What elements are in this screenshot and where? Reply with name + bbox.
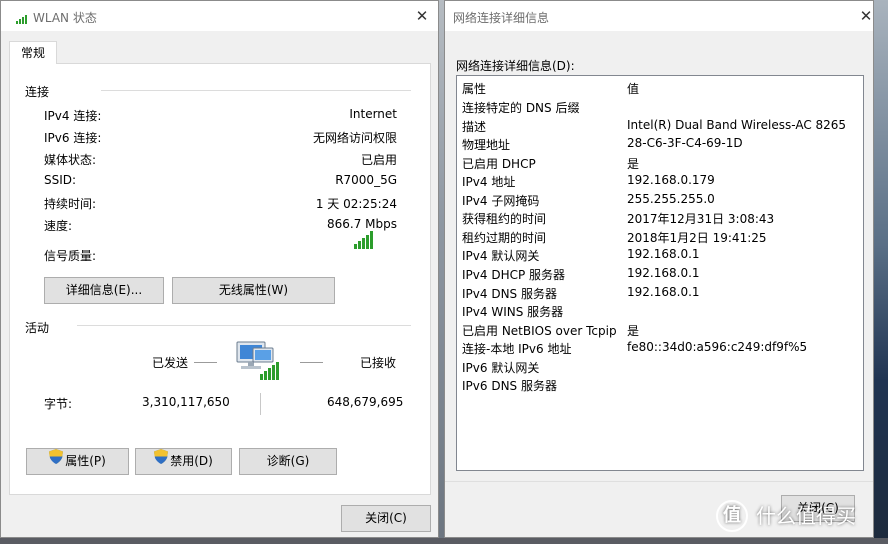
list-item-value: 192.168.0.1 [627,285,700,299]
network-computer-icon [233,338,283,387]
list-item-value: 是 [627,157,640,171]
bytes-sent-value: 3,310,117,650 [142,395,230,409]
diagnose-button[interactable]: 诊断(G) [239,448,337,475]
duration-label: 持续时间: [44,197,97,211]
list-item-value: 是 [627,324,640,338]
bytes-received-value: 648,679,695 [327,395,404,409]
sent-line [194,362,217,363]
watermark: 值 什么值得买 [716,498,876,534]
list-item-value: 2017年12月31日 3:08:43 [627,212,775,226]
title-bar[interactable]: WLAN 状态 ✕ [1,1,438,31]
ssid-label: SSID: [44,173,77,187]
close-icon[interactable]: ✕ [855,5,877,27]
window-title: WLAN 状态 [33,11,97,25]
title-bar[interactable]: 网络连接详细信息 ✕ [445,1,873,31]
close-button[interactable]: 关闭(C) [341,505,431,532]
ipv6-connection-value: 无网络访问权限 [312,131,397,145]
list-item[interactable]: 描述 [462,118,486,136]
list-item[interactable]: IPv4 WINS 服务器 [462,303,563,321]
speed-value: 866.7 Mbps [326,217,397,231]
column-header-property[interactable]: 属性 [462,80,486,98]
properties-button-label: 属性(P) [65,454,106,468]
duration-value: 1 天 02:25:24 [315,197,397,211]
activity-divider [77,325,411,326]
list-item[interactable]: IPv4 默认网关 [462,247,539,265]
column-header-value[interactable]: 值 [627,80,639,97]
ipv4-connection-value: Internet [349,107,397,121]
wifi-icon [16,13,28,27]
list-item[interactable]: 已启用 NetBIOS over Tcpip [462,322,617,340]
watermark-text: 什么值得买 [756,504,856,528]
disable-button-label: 禁用(D) [170,454,213,468]
close-icon[interactable]: ✕ [411,5,433,27]
activity-heading: 活动 [25,321,50,335]
uac-shield-icon [49,448,64,473]
list-item[interactable]: IPv6 DNS 服务器 [462,377,557,395]
list-item-value: 192.168.0.179 [627,173,715,187]
list-item-value: Intel(R) Dual Band Wireless-AC 8265 [627,118,847,132]
tab-general[interactable]: 常规 [9,41,57,64]
network-details-window: 网络连接详细信息 ✕ 网络连接详细信息(D): 属性 值 连接特定的 DNS 后… [444,0,874,538]
signal-bars-icon [354,231,376,252]
list-item[interactable]: 已启用 DHCP [462,155,536,173]
list-item[interactable]: IPv4 地址 [462,173,515,191]
wireless-properties-button[interactable]: 无线属性(W) [172,277,335,304]
list-item-value: fe80::34d0:a596:c249:df9f%5 [627,340,808,354]
list-item-value: 28-C6-3F-C4-69-1D [627,136,743,150]
list-item-value: 2018年1月2日 19:41:25 [627,231,767,245]
footer-divider [445,481,873,482]
watermark-logo: 值 [716,500,748,532]
bytes-label: 字节: [44,397,73,411]
list-item[interactable]: IPv4 子网掩码 [462,192,539,210]
details-list-label: 网络连接详细信息(D): [456,59,575,73]
desktop-background-right [874,0,888,544]
uac-shield-icon [154,448,169,473]
desktop-background-bottom [0,538,888,544]
list-item-value: 192.168.0.1 [627,247,700,261]
list-item[interactable]: 租约过期的时间 [462,229,546,247]
ssid-value: R7000_5G [335,173,397,187]
list-item[interactable]: 连接-本地 IPv6 地址 [462,340,571,358]
ipv4-connection-label: IPv4 连接: [44,109,102,123]
ipv6-connection-label: IPv6 连接: [44,131,102,145]
media-state-value: 已启用 [360,153,397,167]
speed-label: 速度: [44,219,73,233]
connection-heading: 连接 [25,85,50,99]
media-state-label: 媒体状态: [44,153,97,167]
disable-button[interactable]: 禁用(D) [135,448,232,475]
list-item[interactable]: IPv4 DHCP 服务器 [462,266,565,284]
signal-quality-label: 信号质量: [44,249,97,263]
received-label: 已接收 [360,356,397,370]
sent-label: 已发送 [152,356,189,370]
list-item[interactable]: 连接特定的 DNS 后缀 [462,99,579,117]
connection-divider [101,90,411,91]
list-item[interactable]: IPv6 默认网关 [462,359,539,377]
properties-button[interactable]: 属性(P) [26,448,129,475]
details-list[interactable]: 属性 值 连接特定的 DNS 后缀 描述 Intel(R) Dual Band … [456,75,864,471]
list-item-value: 255.255.255.0 [627,192,715,206]
window-title: 网络连接详细信息 [453,11,550,25]
list-item-value: 192.168.0.1 [627,266,700,280]
wlan-status-window: WLAN 状态 ✕ 常规 连接 IPv4 连接: Internet IPv6 连… [0,0,439,538]
list-item[interactable]: IPv4 DNS 服务器 [462,285,557,303]
list-item[interactable]: 获得租约的时间 [462,210,546,228]
list-item[interactable]: 物理地址 [462,136,510,154]
received-line [300,362,323,363]
details-button[interactable]: 详细信息(E)... [44,277,164,304]
bytes-divider [260,393,261,415]
